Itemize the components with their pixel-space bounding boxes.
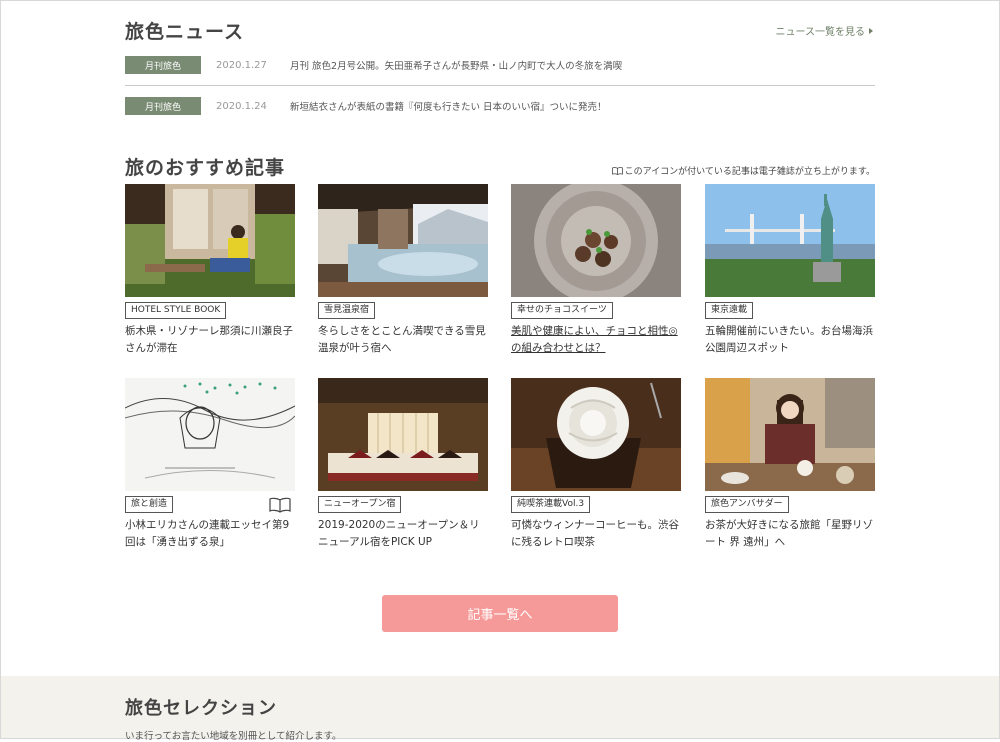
open-book-icon [611, 166, 623, 175]
article-thumbnail[interactable] [705, 184, 875, 297]
triangle-right-icon [869, 27, 873, 34]
recommend-title: 旅のおすすめ記事 [125, 157, 286, 179]
article-title[interactable]: 栃木県・リゾナーレ那須に川瀬良子さんが滞在 [125, 323, 295, 357]
article-title[interactable]: 美肌や健康によい、チョコと相性◎の組み合わせとは？ [511, 323, 681, 357]
news-more-label: ニュース一覧を見る [775, 27, 866, 38]
news-text[interactable]: 月刊 旅色2月号公開。矢田亜希子さんが長野県・山ノ内町で大人の冬旅を満喫 [290, 58, 622, 72]
article-tag: 東京遠載 [705, 302, 754, 319]
article-card[interactable]: 旅と創造 小林エリカさんの連載エッセイ第9回は「湧き出ずる泉」 [125, 378, 295, 551]
article-thumbnail[interactable] [318, 378, 488, 491]
article-list-button-wrap: 記事一覧へ [382, 595, 618, 632]
article-tag: 純喫茶連載Vol.3 [511, 496, 591, 513]
article-title[interactable]: お茶が大好きになる旅館「星野リゾート 界 遠州」へ [705, 517, 875, 551]
news-category-badge: 月刊旅色 [125, 97, 201, 115]
news-section: 旅色ニュース ニュース一覧を見る 月刊旅色 2020.1.27 月刊 旅色2月号… [125, 14, 875, 115]
article-list-button[interactable]: 記事一覧へ [382, 595, 618, 632]
news-category-badge: 月刊旅色 [125, 56, 201, 74]
selection-section: 旅色セレクション いま行ってお言たい地域を別冊として紹介します。 [1, 676, 999, 742]
article-tag: 旅と創造 [125, 496, 174, 513]
article-thumbnail[interactable] [705, 378, 875, 491]
article-thumbnail[interactable] [125, 184, 295, 297]
news-title: 旅色ニュース [125, 21, 245, 43]
article-tag: 旅色アンバサダー [705, 496, 789, 513]
article-card[interactable]: 雪見温泉宿 冬らしさをとことん満喫できる雪見温泉が叶う宿へ [318, 184, 488, 357]
news-date: 2020.1.27 [216, 59, 267, 71]
selection-title: 旅色セレクション [125, 698, 277, 719]
article-title[interactable]: 五輪開催前にいきたい。お台場海浜公園周辺スポット [705, 323, 875, 357]
article-thumbnail[interactable] [511, 378, 681, 491]
news-date: 2020.1.24 [216, 100, 267, 112]
article-thumbnail[interactable] [511, 184, 681, 297]
article-card[interactable]: HOTEL STYLE BOOK 栃木県・リゾナーレ那須に川瀬良子さんが滞在 [125, 184, 295, 357]
article-card[interactable]: 東京遠載 五輪開催前にいきたい。お台場海浜公園周辺スポット [705, 184, 875, 357]
news-item[interactable]: 月刊旅色 2020.1.27 月刊 旅色2月号公開。矢田亜希子さんが長野県・山ノ… [125, 56, 875, 74]
news-divider [125, 85, 875, 86]
article-tag: 雪見温泉宿 [318, 302, 376, 319]
article-card[interactable]: 旅色アンバサダー お茶が大好きになる旅館「星野リゾート 界 遠州」へ [705, 378, 875, 551]
recommend-section: 旅のおすすめ記事 このアイコンが付いている記事は電子雑誌が立ち上がります。 HO… [125, 152, 875, 548]
news-item[interactable]: 月刊旅色 2020.1.24 新垣結衣さんが表紙の書籍『何度も行きたい 日本のい… [125, 97, 875, 115]
article-tag: ニューオープン宿 [318, 496, 402, 513]
article-title[interactable]: 冬らしさをとことん満喫できる雪見温泉が叶う宿へ [318, 323, 488, 357]
article-card[interactable]: 幸せのチョコスイーツ 美肌や健康によい、チョコと相性◎の組み合わせとは？ [511, 184, 681, 357]
article-title[interactable]: 2019-2020のニューオープン＆リニューアル宿をPICK UP [318, 517, 488, 551]
article-title[interactable]: 小林エリカさんの連載エッセイ第9回は「湧き出ずる泉」 [125, 517, 295, 551]
article-thumbnail[interactable] [318, 184, 488, 297]
open-book-icon [269, 497, 291, 513]
article-tag: 幸せのチョコスイーツ [511, 302, 613, 319]
ebook-note: このアイコンが付いている記事は電子雑誌が立ち上がります。 [611, 164, 875, 177]
article-card[interactable]: ニューオープン宿 2019-2020のニューオープン＆リニューアル宿をPICK … [318, 378, 488, 551]
news-more-link[interactable]: ニュース一覧を見る [775, 23, 873, 38]
news-text[interactable]: 新垣結衣さんが表紙の書籍『何度も行きたい 日本のいい宿』ついに発売！ [290, 99, 607, 113]
ebook-note-text: このアイコンが付いている記事は電子雑誌が立ち上がります。 [624, 167, 875, 177]
article-thumbnail[interactable] [125, 378, 295, 491]
article-title[interactable]: 可憐なウィンナーコーヒーも。渋谷に残るレトロ喫茶 [511, 517, 681, 551]
article-tag: HOTEL STYLE BOOK [125, 302, 227, 319]
selection-subtitle: いま行ってお言たい地域を別冊として紹介します。 [125, 731, 342, 742]
article-card[interactable]: 純喫茶連載Vol.3 可憐なウィンナーコーヒーも。渋谷に残るレトロ喫茶 [511, 378, 681, 551]
